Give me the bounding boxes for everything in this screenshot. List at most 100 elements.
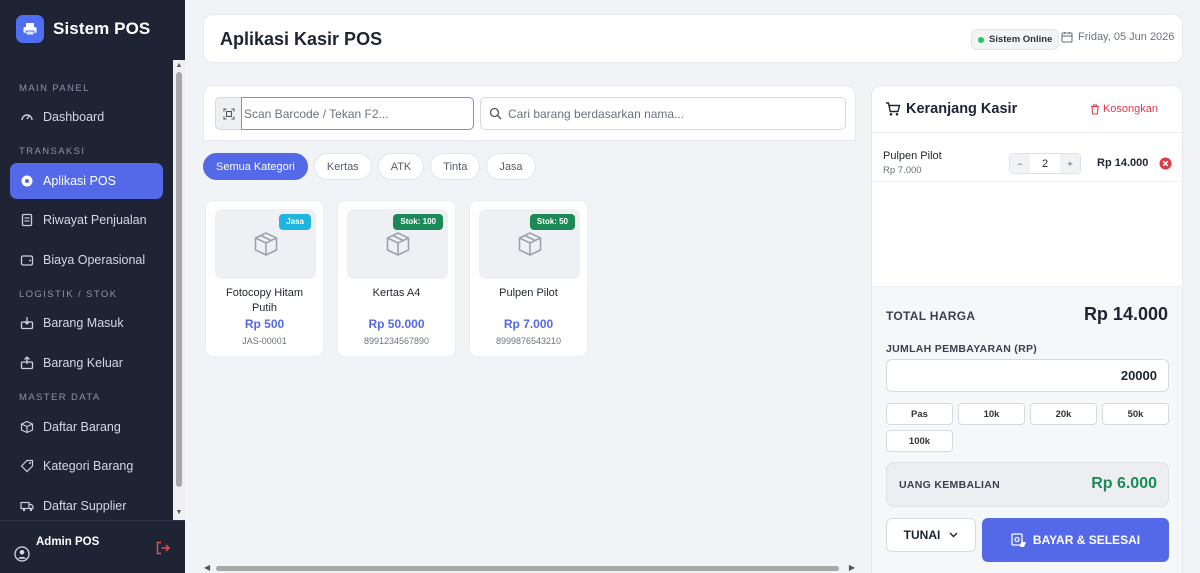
top-header: Aplikasi Kasir POS Sistem Online Friday,…: [203, 14, 1183, 63]
scroll-right-arrow-icon[interactable]: ▶: [849, 563, 855, 573]
product-grid: Jasa Fotocopy Hitam Putih Rp 500 JAS-000…: [205, 200, 588, 357]
category-kertas[interactable]: Kertas: [313, 153, 372, 180]
sidebar-scroll-thumb[interactable]: [176, 72, 182, 487]
sidebar-item-biaya-operasional[interactable]: Biaya Operasional: [10, 242, 163, 278]
product-code: 8991234567890: [363, 336, 430, 346]
stock-badge: Stok: 100: [393, 214, 443, 230]
quick-amount-10k[interactable]: 10k: [958, 403, 1025, 425]
product-card[interactable]: Stok: 50 Pulpen Pilot Rp 7.000 899987654…: [469, 200, 588, 357]
box-icon: [254, 232, 277, 256]
category-tinta[interactable]: Tinta: [430, 153, 481, 180]
quantity-value[interactable]: 2: [1030, 158, 1060, 170]
sidebar-item-dashboard[interactable]: Dashboard: [10, 99, 163, 135]
sidebar-item-label: Riwayat Penjualan: [43, 213, 147, 227]
section-main-panel: MAIN PANEL: [19, 83, 90, 94]
clear-cart-label: Kosongkan: [1102, 103, 1158, 115]
category-atk[interactable]: ATK: [377, 153, 425, 180]
logout-icon[interactable]: [155, 540, 171, 556]
cart-item-unit-price: Rp 7.000: [883, 165, 922, 176]
cart-panel: Keranjang Kasir Kosongkan Pulpen Pilot R…: [871, 85, 1183, 573]
pay-button-label: BAYAR & SELESAI: [1032, 533, 1141, 547]
product-price: Rp 500: [244, 317, 285, 331]
increase-qty-button[interactable]: +: [1060, 154, 1080, 173]
printer-icon: [16, 15, 44, 43]
product-card[interactable]: Jasa Fotocopy Hitam Putih Rp 500 JAS-000…: [205, 200, 324, 357]
product-code: JAS-00001: [242, 336, 287, 346]
product-horizontal-scrollbar[interactable]: ◀ ▶: [203, 563, 856, 573]
change-value: Rp 6.000: [1091, 475, 1157, 492]
sidebar-item-riwayat-penjualan[interactable]: Riwayat Penjualan: [10, 202, 163, 238]
sidebar-item-label: Kategori Barang: [43, 459, 134, 473]
product-name: Fotocopy Hitam Putih: [225, 287, 304, 314]
change-box: UANG KEMBALIAN Rp 6.000: [886, 462, 1169, 507]
sidebar-item-label: Biaya Operasional: [43, 253, 146, 267]
sidebar-item-label: Barang Masuk: [43, 316, 124, 330]
category-all[interactable]: Semua Kategori: [203, 153, 308, 180]
product-name: Pulpen Pilot: [499, 287, 558, 299]
online-dot-icon: [978, 36, 984, 43]
payment-method-select[interactable]: TUNAI: [886, 518, 976, 552]
sidebar-footer: Admin POS: [0, 520, 185, 573]
shopping-cart-icon: [886, 102, 901, 116]
barcode-icon: [215, 97, 241, 130]
horizontal-scroll-thumb[interactable]: [216, 566, 839, 571]
wallet-icon: [20, 255, 34, 266]
receipt-icon: [21, 213, 33, 227]
scroll-down-arrow-icon[interactable]: ▼: [175, 509, 183, 517]
sidebar-item-barang-keluar[interactable]: Barang Keluar: [10, 345, 163, 381]
product-price: Rp 7.000: [503, 317, 554, 331]
sidebar-item-label: Dashboard: [43, 110, 105, 124]
pay-finish-button[interactable]: BAYAR & SELESAI: [982, 518, 1169, 562]
search-bar: [203, 85, 856, 141]
product-code: 8999876543210: [495, 336, 562, 346]
brand[interactable]: Sistem POS: [16, 15, 150, 43]
brand-name: Sistem POS: [53, 19, 151, 38]
quick-amount-pas[interactable]: Pas: [886, 403, 953, 425]
cart-header: Keranjang Kasir Kosongkan: [872, 86, 1182, 133]
gauge-icon: [21, 114, 33, 121]
quick-amount-50k[interactable]: 50k: [1102, 403, 1169, 425]
payment-method-value: TUNAI: [903, 528, 941, 542]
sidebar-item-barang-masuk[interactable]: Barang Masuk: [10, 305, 163, 341]
trash-icon: [1090, 103, 1099, 115]
checkout-section: TOTAL HARGA Rp 14.000 JUMLAH PEMBAYARAN …: [872, 286, 1182, 573]
page-title: Aplikasi Kasir POS: [220, 29, 383, 49]
quick-amount-20k[interactable]: 20k: [1030, 403, 1097, 425]
sidebar-item-label: Barang Keluar: [43, 356, 123, 370]
sidebar-item-aplikasi-pos[interactable]: Aplikasi POS: [10, 163, 163, 199]
quick-amount-100k[interactable]: 100k: [886, 430, 953, 452]
cart-title: Keranjang Kasir: [906, 101, 1018, 117]
sidebar-item-daftar-supplier[interactable]: Daftar Supplier: [10, 488, 163, 520]
product-card[interactable]: Stok: 100 Kertas A4 Rp 50.000 8991234567…: [337, 200, 456, 357]
sidebar-scrollbar[interactable]: ▲ ▼: [173, 60, 185, 520]
sidebar-item-kategori-barang[interactable]: Kategori Barang: [10, 448, 163, 484]
truck-icon: [20, 501, 34, 512]
sidebar-item-label: Daftar Supplier: [43, 499, 127, 513]
payment-label: JUMLAH PEMBAYARAN (RP): [886, 343, 1038, 355]
barcode-input[interactable]: [241, 97, 474, 130]
sidebar-item-daftar-barang[interactable]: Daftar Barang: [10, 409, 163, 445]
scroll-left-arrow-icon[interactable]: ◀: [204, 563, 210, 573]
cash-register-icon: [1011, 532, 1026, 547]
remove-item-icon[interactable]: [1159, 157, 1172, 170]
category-jasa[interactable]: Jasa: [486, 153, 536, 180]
cart-item: Pulpen Pilot Rp 7.000 − 2 + Rp 14.000: [872, 142, 1182, 182]
scroll-up-arrow-icon[interactable]: ▲: [175, 62, 183, 70]
chevron-down-icon: [949, 532, 958, 538]
clear-cart-button[interactable]: Kosongkan: [1090, 103, 1158, 115]
change-label: UANG KEMBALIAN: [899, 479, 1001, 491]
decrease-qty-button[interactable]: −: [1010, 154, 1030, 173]
cart-item-total: Rp 14.000: [1097, 157, 1149, 169]
section-master-data: MASTER DATA: [19, 392, 101, 403]
date-display: Friday, 05 Jun 2026: [1061, 31, 1174, 43]
settings-icon: [21, 175, 33, 187]
section-transaksi: TRANSAKSI: [19, 146, 86, 157]
tag-icon: [20, 459, 34, 473]
section-logistik-stok: LOGISTIK / STOK: [19, 289, 118, 300]
name-search-input[interactable]: [502, 98, 845, 129]
sidebar-item-label: Daftar Barang: [43, 420, 121, 434]
product-badge: Jasa: [279, 214, 311, 230]
payment-amount-input[interactable]: [886, 359, 1169, 392]
product-image: Stok: 100: [347, 209, 448, 279]
package-icon: [20, 420, 34, 434]
